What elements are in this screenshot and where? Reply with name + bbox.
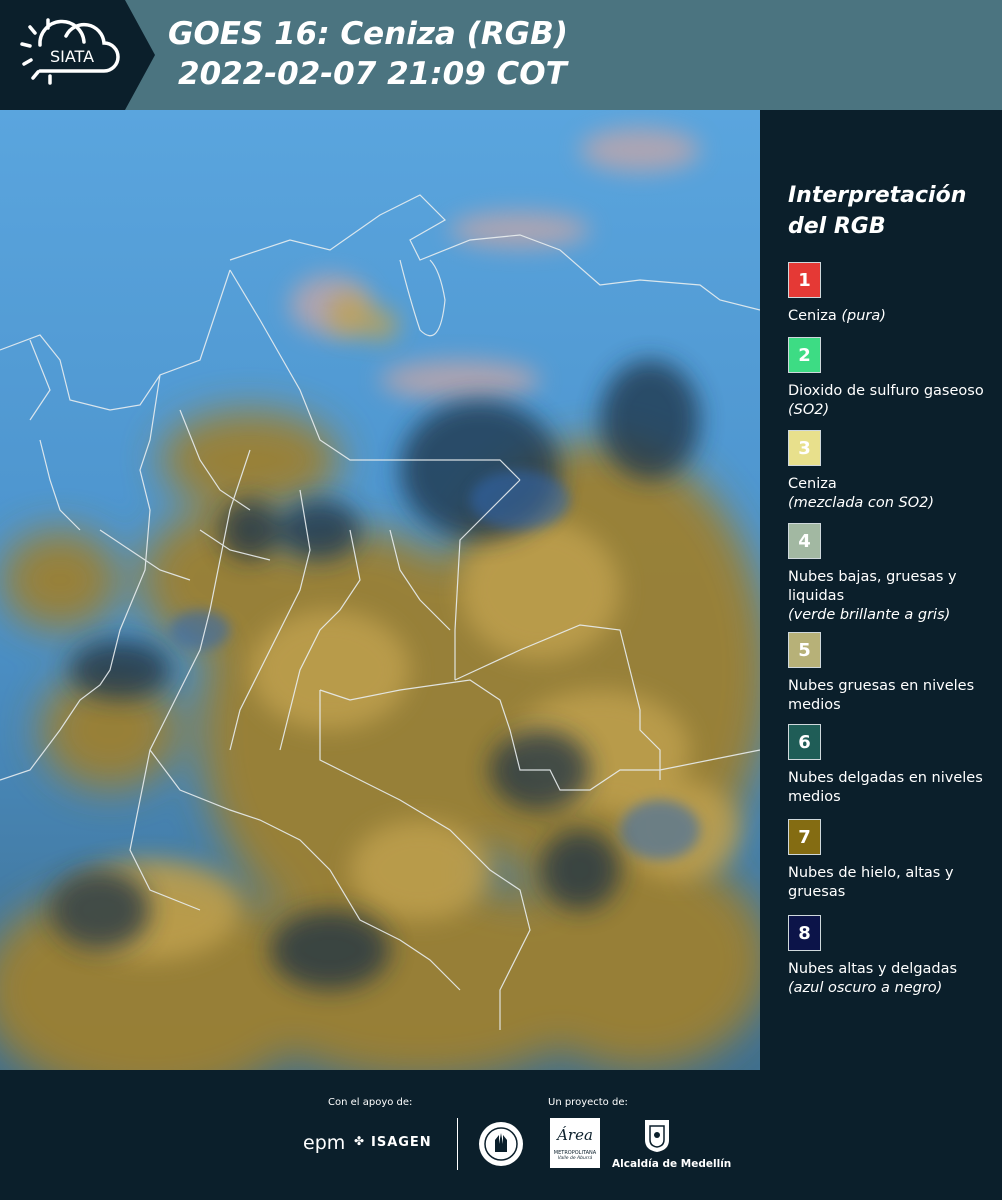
header-bar: SIATA GOES 16: Ceniza (RGB) 2022-02-07 2… [0,0,1002,110]
legend-swatch-6: 6 [788,724,821,760]
siata-logo: SIATA [0,0,155,110]
satellite-image [0,110,760,1070]
area-metropolitana-logo: Área METROPOLITANA Valle de Aburrá [550,1118,600,1168]
satellite-map[interactable] [0,110,760,1070]
project-label: Un proyecto de: [548,1097,628,1108]
legend-swatch-3: 3 [788,430,821,466]
support-label: Con el apoyo de: [328,1097,413,1108]
legend-swatch-2: 2 [788,337,821,373]
legend-label-3: Ceniza (mezclada con SO2) [788,476,935,511]
area-logo-text: Área [557,1126,593,1144]
legend-panel: Interpretación del RGB 1 Ceniza (pura) 2… [760,110,1002,1070]
medellin-text: Alcaldía de Medellín [612,1158,732,1170]
legend-label-5: Nubes gruesas en niveles medios [788,678,975,713]
legend-item-1: 1 Ceniza (pura) [788,262,998,326]
legend-swatch-5: 5 [788,632,821,668]
legend-label-2: Dioxido de sulfuro gaseoso (SO2) [788,383,984,418]
legend-label-4: Nubes bajas, gruesas y liquidas (verde br… [788,569,957,623]
legend-swatch-4: 4 [788,523,821,559]
legend-title-line2: del RGB [788,214,886,239]
medellin-shield-icon [645,1120,669,1152]
legend-label-8: Nubes altas y delgadas (azul oscuro a neg… [788,961,958,996]
area-logo-sub2: Valle de Aburrá [557,1156,593,1161]
legend-item-7: 7 Nubes de hielo, altas y gruesas [788,819,998,902]
legend-item-4: 4 Nubes bajas, gruesas y liquidas (verde … [788,523,998,625]
legend-swatch-7: 7 [788,819,821,855]
legend-item-8: 8 Nubes altas y delgadas (azul oscuro a n… [788,915,998,998]
legend-item-6: 6 Nubes delgadas en niveles medios [788,724,998,807]
legend-item-5: 5 Nubes gruesas en niveles medios [788,632,998,715]
legend-swatch-1: 1 [788,262,821,298]
legend-item-2: 2 Dioxido de sulfuro gaseoso (SO2) [788,337,998,420]
title-timestamp: 2022-02-07 21:09 COT [178,56,567,92]
legend-item-3: 3 Ceniza (mezclada con SO2) [788,430,998,513]
legend-label-6: Nubes delgadas en niveles medios [788,770,983,805]
footer-divider [457,1118,458,1170]
seal-icon [479,1122,523,1166]
siata-logo-text: SIATA [50,47,94,66]
legend-label-7: Nubes de hielo, altas y gruesas [788,865,954,900]
isagen-logo: ISAGEN [371,1135,432,1150]
footer: Con el apoyo de: Un proyecto de: epm ✤ I… [0,1070,1002,1200]
epm-logo: epm [303,1132,346,1154]
isagen-icon: ✤ [354,1134,365,1148]
legend-label-1: Ceniza (pura) [788,308,886,324]
title-product: GOES 16: Ceniza (RGB) [168,16,568,52]
page-title: GOES 16: Ceniza (RGB) 2022-02-07 21:09 C… [168,14,568,94]
legend-title-line1: Interpretación [788,183,967,208]
legend-title: Interpretación del RGB [788,180,966,242]
legend-swatch-8: 8 [788,915,821,951]
